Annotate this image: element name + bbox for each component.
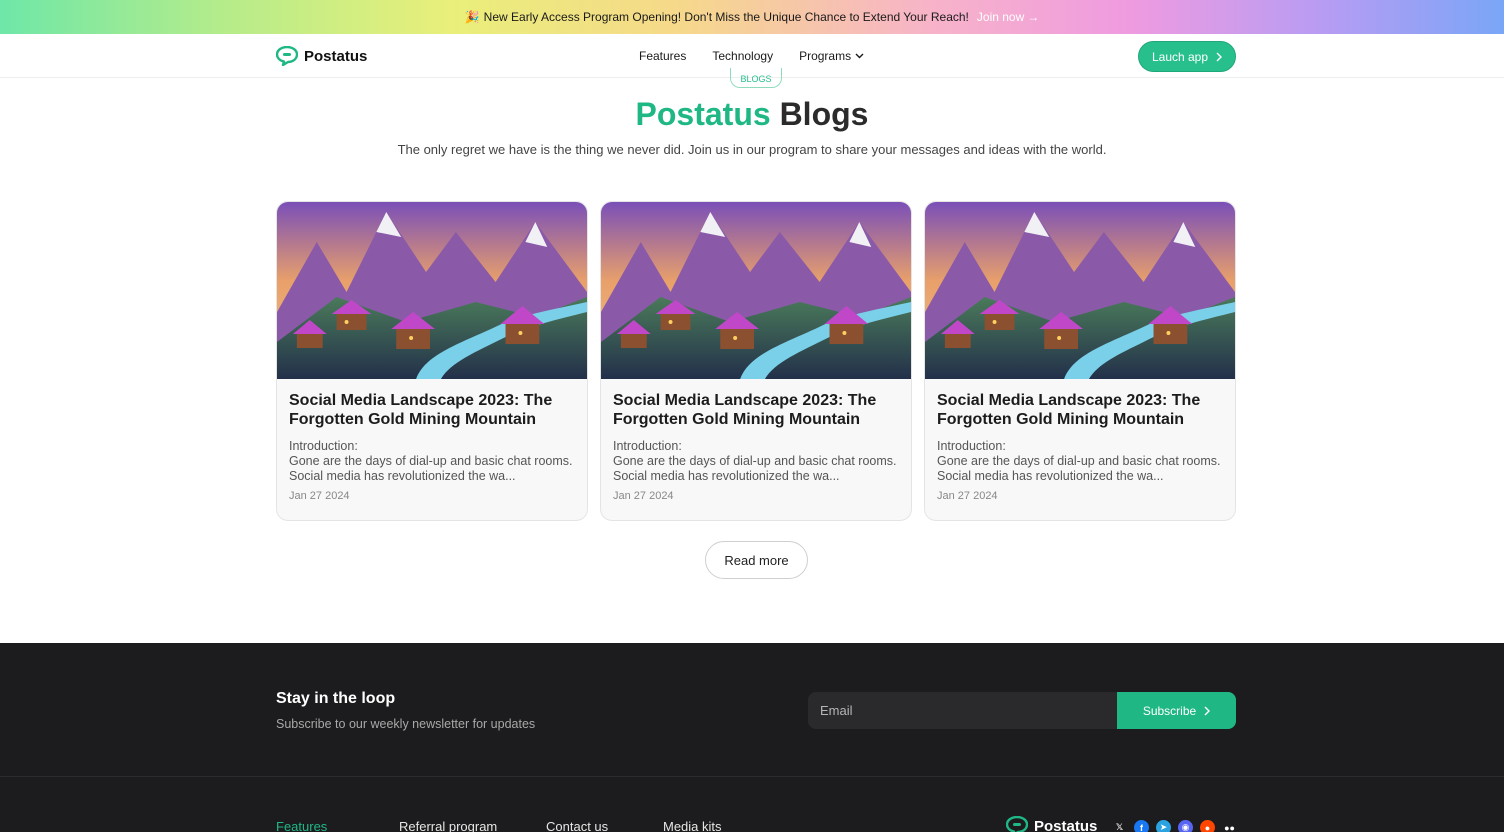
email-input[interactable] — [808, 692, 1118, 729]
blog-intro: Introduction: — [613, 439, 682, 453]
announcement-banner: 🎉 New Early Access Program Opening! Don'… — [0, 0, 1504, 34]
page-subtitle: The only regret we have is the thing we … — [397, 142, 1107, 157]
reddit-icon[interactable]: ● — [1200, 820, 1215, 832]
blog-excerpt: Gone are the days of dial-up and basic c… — [937, 454, 1221, 483]
chat-bubble-logo-icon — [1006, 816, 1028, 832]
chevron-right-icon — [1216, 52, 1223, 61]
chevron-down-icon — [855, 53, 864, 59]
launch-app-label: Lauch app — [1151, 49, 1209, 64]
arrow-right-icon: → — [1027, 10, 1040, 24]
blog-title[interactable]: Social Media Landscape 2023: The Forgott… — [937, 391, 1227, 429]
social-links: 𝕏 f ➤ ◉ ● ●● — [1112, 820, 1237, 832]
nav-technology[interactable]: Technology — [712, 49, 773, 63]
chevron-right-icon — [1204, 706, 1211, 715]
blog-title[interactable]: Social Media Landscape 2023: The Forgott… — [289, 391, 579, 429]
telegram-icon[interactable]: ➤ — [1156, 820, 1171, 832]
footer-link-media-kits[interactable]: Media kits — [663, 819, 722, 832]
subscribe-label: Subscribe — [1142, 703, 1197, 718]
party-icon: 🎉 — [464, 10, 480, 24]
banner-text: New Early Access Program Opening! Don't … — [483, 10, 969, 24]
blog-card[interactable]: Social Media Landscape 2023: The Forgott… — [924, 201, 1236, 521]
medium-icon[interactable]: ●● — [1222, 820, 1237, 832]
footer-brand-logo[interactable]: Postatus — [1006, 816, 1097, 832]
blog-date: Jan 27 2024 — [613, 490, 674, 502]
blog-intro: Introduction: — [937, 439, 1006, 453]
chat-bubble-logo-icon — [276, 46, 298, 66]
footer-link-referral[interactable]: Referral program — [399, 819, 497, 832]
blog-title[interactable]: Social Media Landscape 2023: The Forgott… — [613, 391, 903, 429]
title-rest: Blogs — [779, 96, 869, 132]
blog-card[interactable]: Social Media Landscape 2023: The Forgott… — [276, 201, 588, 521]
blog-cover-image — [277, 202, 587, 379]
blog-cover-image — [601, 202, 911, 379]
newsletter-subtitle: Subscribe to our weekly newsletter for u… — [276, 717, 536, 731]
footer-brand-name: Postatus — [1034, 817, 1098, 832]
join-now-label: Join now — [976, 10, 1025, 24]
x-icon[interactable]: 𝕏 — [1112, 820, 1127, 832]
nav-programs[interactable]: Programs — [799, 49, 864, 63]
subscribe-button[interactable]: Subscribe — [1117, 692, 1236, 729]
launch-app-button[interactable]: Lauch app — [1138, 41, 1236, 72]
newsletter-title: Stay in the loop — [276, 690, 396, 707]
brand-logo[interactable]: Postatus — [276, 46, 367, 66]
main-menu: Features Technology Programs — [639, 49, 864, 63]
footer: Stay in the loop Subscribe to our weekly… — [0, 643, 1504, 832]
page-title: Postatus Blogs — [0, 96, 1504, 133]
footer-divider — [0, 776, 1504, 777]
section-badge: BLOGS — [730, 68, 782, 88]
nav-features[interactable]: Features — [639, 49, 686, 63]
join-now-link[interactable]: Join now → — [977, 10, 1039, 24]
blog-excerpt: Gone are the days of dial-up and basic c… — [289, 454, 573, 483]
footer-link-features[interactable]: Features — [276, 819, 327, 832]
nav-programs-label: Programs — [799, 49, 852, 63]
blog-date: Jan 27 2024 — [289, 490, 350, 502]
blog-excerpt: Gone are the days of dial-up and basic c… — [613, 454, 897, 483]
read-more-button[interactable]: Read more — [705, 541, 808, 579]
blog-date: Jan 27 2024 — [937, 490, 998, 502]
facebook-icon[interactable]: f — [1134, 820, 1149, 832]
blog-card[interactable]: Social Media Landscape 2023: The Forgott… — [600, 201, 912, 521]
discord-icon[interactable]: ◉ — [1178, 820, 1193, 832]
blog-cover-image — [925, 202, 1235, 379]
brand-name: Postatus — [304, 47, 368, 65]
blog-intro: Introduction: — [289, 439, 358, 453]
title-accent: Postatus — [635, 96, 771, 132]
footer-link-contact[interactable]: Contact us — [546, 819, 608, 832]
